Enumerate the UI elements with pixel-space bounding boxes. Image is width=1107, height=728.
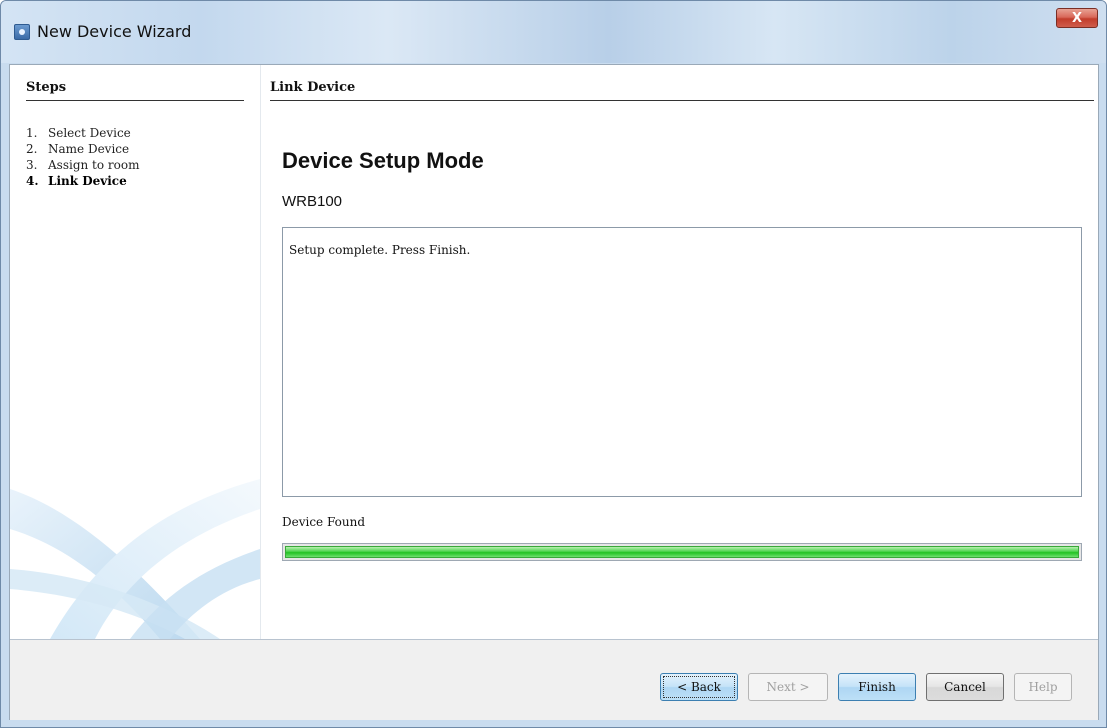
steps-sidebar: Steps 1. Select Device 2. Name Device 3. As… [10,65,260,639]
step-item: 2. Name Device [26,141,139,157]
step-label: Select Device [48,126,131,140]
wizard-window: New Device Wizard X Steps 1. Select Devic… [0,0,1107,728]
page-title: Device Setup Mode [282,148,484,173]
next-button[interactable]: Next > [748,673,828,701]
step-number: 2. [26,142,38,156]
device-model-label: WRB100 [282,193,343,210]
step-list: 1. Select Device 2. Name Device 3. Assign t… [26,125,139,189]
progress-bar-fill [285,546,1079,558]
setup-log-textarea[interactable]: Setup complete. Press Finish. [282,227,1082,497]
button-bar: < Back Next > Finish Cancel Help [10,639,1098,720]
wizard-app-icon [14,24,30,40]
step-label: Name Device [48,142,130,156]
window-title: New Device Wizard [37,22,192,41]
title-bar[interactable]: New Device Wizard X [1,1,1106,63]
step-number: 3. [26,158,38,172]
step-number: 4. [26,174,39,188]
finish-button[interactable]: Finish [838,673,916,701]
step-item-current: 4. Link Device [26,173,139,189]
step-item: 3. Assign to room [26,157,139,173]
cancel-button[interactable]: Cancel [926,673,1004,701]
help-button[interactable]: Help [1014,673,1072,701]
steps-divider [26,100,244,101]
page-header: Link Device [270,80,356,95]
wizard-body: Steps 1. Select Device 2. Name Device 3. As… [9,64,1099,720]
step-label: Assign to room [48,158,140,172]
status-label: Device Found [282,515,366,529]
steps-title: Steps [26,80,67,95]
close-button[interactable]: X [1056,8,1098,28]
main-panel: Link Device Device Setup Mode WRB100 Set… [270,65,1100,639]
header-divider [270,100,1094,101]
step-item: 1. Select Device [26,125,139,141]
back-button[interactable]: < Back [660,673,738,701]
progress-bar [282,543,1082,561]
step-label: Link Device [48,174,127,188]
step-number: 1. [26,126,38,140]
decorative-swoosh-graphic [10,479,260,639]
setup-log-text: Setup complete. Press Finish. [289,243,471,257]
sidebar-divider [260,65,261,639]
